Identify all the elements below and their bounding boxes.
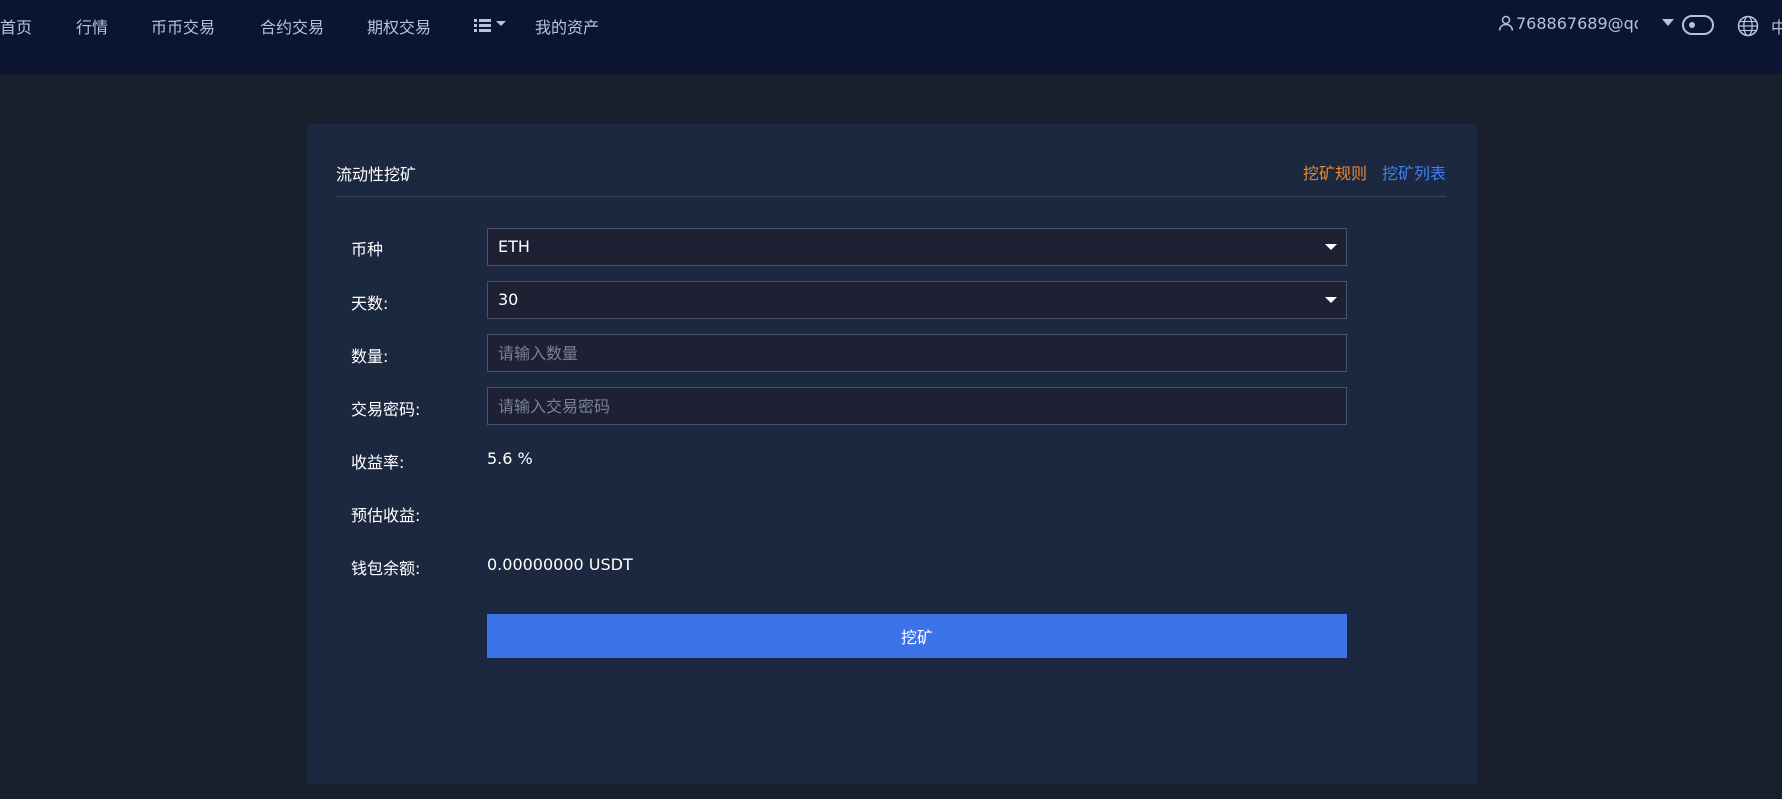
- yield-rate-value: 5.6 %: [487, 449, 533, 468]
- trade-password-label: 交易密码:: [351, 400, 421, 419]
- nav-options-trading[interactable]: 期权交易: [367, 14, 431, 38]
- mining-rules-link[interactable]: 挖矿规则: [1303, 160, 1367, 184]
- days-value: 30: [498, 290, 519, 309]
- mining-list-link[interactable]: 挖矿列表: [1382, 160, 1446, 184]
- user-email: 768867689@qq.com: [1516, 14, 1638, 33]
- theme-toggle[interactable]: [1682, 15, 1714, 35]
- list-icon: [474, 19, 506, 32]
- amount-label: 数量:: [351, 347, 389, 366]
- more-menu-button[interactable]: [474, 16, 510, 34]
- trade-password-input[interactable]: [487, 387, 1347, 425]
- days-select[interactable]: 30: [487, 281, 1347, 319]
- language-selector[interactable]: 中: [1771, 14, 1782, 38]
- globe-icon[interactable]: [1737, 15, 1759, 37]
- toggle-icon: [1689, 22, 1695, 28]
- caret-down-icon[interactable]: [1662, 19, 1674, 27]
- mine-button[interactable]: 挖矿: [487, 614, 1347, 658]
- amount-input[interactable]: [487, 334, 1347, 372]
- estimated-earnings-label: 预估收益:: [351, 506, 421, 525]
- nav-market[interactable]: 行情: [76, 14, 108, 38]
- mining-card: 流动性挖矿 挖矿规则 挖矿列表 币种 ETH 天数: 30 数量: 交易密码: …: [307, 124, 1477, 784]
- currency-label: 币种: [351, 240, 384, 259]
- caret-down-icon: [496, 21, 506, 26]
- nav-futures-trading[interactable]: 合约交易: [260, 14, 324, 38]
- page-title: 流动性挖矿: [336, 165, 417, 184]
- nav-home[interactable]: 首页: [0, 14, 32, 38]
- caret-down-icon: [1325, 244, 1337, 250]
- nav-my-assets[interactable]: 我的资产: [535, 14, 599, 38]
- top-navbar: 首页 行情 币币交易 合约交易 期权交易 我的资产 768867689@qq.c…: [0, 0, 1782, 74]
- days-label: 天数:: [351, 294, 389, 313]
- wallet-balance-label: 钱包余额:: [351, 559, 421, 578]
- currency-select[interactable]: ETH: [487, 228, 1347, 266]
- user-icon: [1498, 15, 1514, 31]
- caret-down-icon: [1325, 297, 1337, 303]
- wallet-balance-value: 0.00000000 USDT: [487, 555, 633, 574]
- currency-value: ETH: [498, 237, 530, 256]
- title-divider: [336, 196, 1446, 197]
- nav-spot-trading[interactable]: 币币交易: [151, 14, 215, 38]
- yield-rate-label: 收益率:: [351, 453, 405, 472]
- user-account[interactable]: 768867689@qq.com: [1498, 14, 1638, 33]
